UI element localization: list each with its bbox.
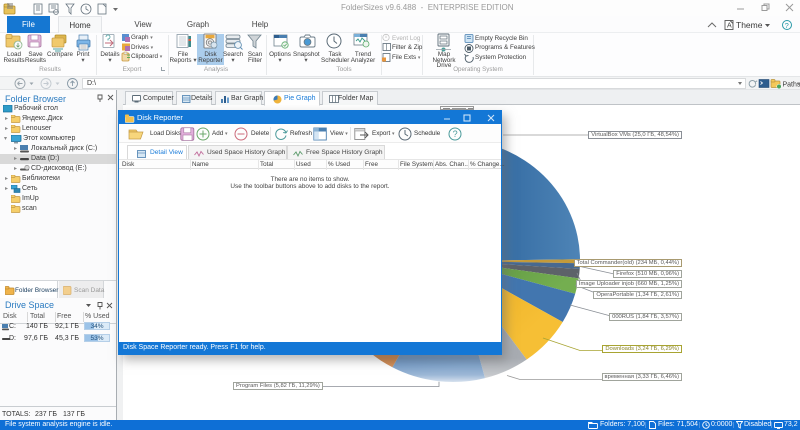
svg-text:Theme: Theme (736, 20, 763, 30)
svg-text:?: ? (453, 129, 458, 139)
svg-text:A: A (727, 23, 732, 30)
svg-text:?: ? (785, 21, 789, 30)
